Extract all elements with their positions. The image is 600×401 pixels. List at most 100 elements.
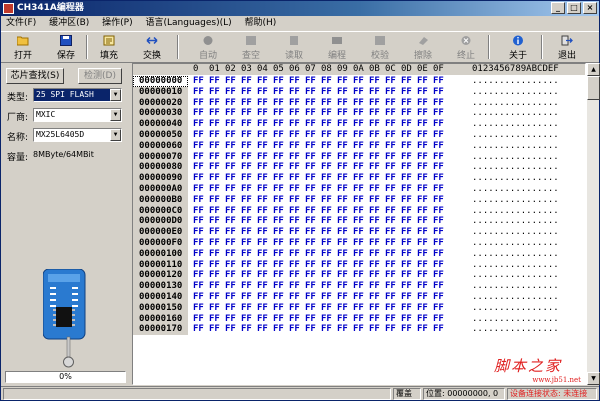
- close-button[interactable]: ×: [583, 2, 597, 14]
- byte-cell[interactable]: FF: [353, 281, 369, 292]
- vendor-select[interactable]: MXIC ▼: [33, 108, 122, 122]
- byte-cell[interactable]: FF: [433, 184, 449, 195]
- byte-cell[interactable]: FF: [353, 270, 369, 281]
- byte-cell[interactable]: FF: [273, 152, 289, 163]
- byte-cell[interactable]: FF: [369, 87, 385, 98]
- byte-cell[interactable]: FF: [225, 270, 241, 281]
- byte-cell[interactable]: FF: [289, 173, 305, 184]
- row-bytes[interactable]: FF FF FF FF FF FF FF FF FF FF FF FF FF FF FF FF: [193, 324, 449, 335]
- byte-cell[interactable]: FF: [385, 98, 401, 109]
- byte-cell[interactable]: FF: [433, 141, 449, 152]
- row-ascii[interactable]: ................: [472, 152, 559, 163]
- byte-cell[interactable]: FF: [353, 119, 369, 130]
- hex-row[interactable]: 00000130 FF FF FF FF FF FF FF FF FF FF FF FF FF FF FF FF…: [133, 281, 585, 292]
- byte-cell[interactable]: FF: [417, 303, 433, 314]
- byte-cell[interactable]: FF: [433, 281, 449, 292]
- byte-cell[interactable]: FF: [417, 206, 433, 217]
- byte-cell[interactable]: FF: [225, 206, 241, 217]
- byte-cell[interactable]: FF: [417, 249, 433, 260]
- byte-cell[interactable]: FF: [225, 249, 241, 260]
- byte-cell[interactable]: FF: [401, 141, 417, 152]
- byte-cell[interactable]: FF: [353, 303, 369, 314]
- hex-row[interactable]: 000000E0 FF FF FF FF FF FF FF FF FF FF FF FF FF FF FF FF…: [133, 227, 585, 238]
- byte-cell[interactable]: FF: [305, 260, 321, 271]
- row-bytes[interactable]: FF FF FF FF FF FF FF FF FF FF FF FF FF FF FF FF: [193, 227, 449, 238]
- byte-cell[interactable]: FF: [305, 270, 321, 281]
- row-ascii[interactable]: ................: [472, 141, 559, 152]
- byte-cell[interactable]: FF: [289, 292, 305, 303]
- byte-cell[interactable]: FF: [273, 314, 289, 325]
- byte-cell[interactable]: FF: [385, 206, 401, 217]
- byte-cell[interactable]: FF: [257, 238, 273, 249]
- byte-cell[interactable]: FF: [289, 238, 305, 249]
- byte-cell[interactable]: FF: [241, 238, 257, 249]
- byte-cell[interactable]: FF: [369, 314, 385, 325]
- byte-cell[interactable]: FF: [193, 87, 209, 98]
- row-bytes[interactable]: FF FF FF FF FF FF FF FF FF FF FF FF FF FF FF FF: [193, 270, 449, 281]
- byte-cell[interactable]: FF: [321, 108, 337, 119]
- type-select[interactable]: 25 SPI FLASH ▼: [33, 88, 122, 102]
- byte-cell[interactable]: FF: [225, 76, 241, 87]
- byte-cell[interactable]: FF: [337, 152, 353, 163]
- byte-cell[interactable]: FF: [337, 324, 353, 335]
- byte-cell[interactable]: FF: [305, 98, 321, 109]
- byte-cell[interactable]: FF: [241, 270, 257, 281]
- byte-cell[interactable]: FF: [353, 152, 369, 163]
- byte-cell[interactable]: FF: [225, 303, 241, 314]
- byte-cell[interactable]: FF: [193, 141, 209, 152]
- byte-cell[interactable]: FF: [305, 130, 321, 141]
- byte-cell[interactable]: FF: [417, 173, 433, 184]
- byte-cell[interactable]: FF: [353, 184, 369, 195]
- byte-cell[interactable]: FF: [289, 270, 305, 281]
- byte-cell[interactable]: FF: [305, 141, 321, 152]
- menu-help[interactable]: 帮助(H): [240, 16, 282, 30]
- byte-cell[interactable]: FF: [369, 238, 385, 249]
- hex-row[interactable]: 00000000 FF FF FF FF FF FF FF FF FF FF FF FF FF FF FF FF…: [133, 76, 585, 87]
- byte-cell[interactable]: FF: [289, 130, 305, 141]
- byte-cell[interactable]: FF: [241, 216, 257, 227]
- byte-cell[interactable]: FF: [385, 270, 401, 281]
- byte-cell[interactable]: FF: [225, 260, 241, 271]
- byte-cell[interactable]: FF: [225, 281, 241, 292]
- byte-cell[interactable]: FF: [257, 130, 273, 141]
- byte-cell[interactable]: FF: [273, 195, 289, 206]
- byte-cell[interactable]: FF: [193, 130, 209, 141]
- byte-cell[interactable]: FF: [353, 238, 369, 249]
- title-bar[interactable]: CH341A编程器 _ □ ×: [1, 1, 599, 16]
- byte-cell[interactable]: FF: [209, 324, 225, 335]
- row-bytes[interactable]: FF FF FF FF FF FF FF FF FF FF FF FF FF FF FF FF: [193, 206, 449, 217]
- row-ascii[interactable]: ................: [472, 162, 559, 173]
- byte-cell[interactable]: FF: [433, 130, 449, 141]
- byte-cell[interactable]: FF: [257, 108, 273, 119]
- byte-cell[interactable]: FF: [369, 260, 385, 271]
- byte-cell[interactable]: FF: [193, 195, 209, 206]
- byte-cell[interactable]: FF: [417, 76, 433, 87]
- byte-cell[interactable]: FF: [401, 314, 417, 325]
- byte-cell[interactable]: FF: [369, 206, 385, 217]
- byte-cell[interactable]: FF: [353, 249, 369, 260]
- byte-cell[interactable]: FF: [337, 270, 353, 281]
- byte-cell[interactable]: FF: [337, 292, 353, 303]
- byte-cell[interactable]: FF: [273, 76, 289, 87]
- byte-cell[interactable]: FF: [433, 238, 449, 249]
- scroll-down-icon[interactable]: ▼: [587, 372, 600, 385]
- byte-cell[interactable]: FF: [193, 227, 209, 238]
- menu-operation[interactable]: 操作(P): [97, 16, 137, 30]
- byte-cell[interactable]: FF: [369, 227, 385, 238]
- byte-cell[interactable]: FF: [369, 130, 385, 141]
- scroll-thumb[interactable]: [587, 76, 600, 100]
- byte-cell[interactable]: FF: [305, 119, 321, 130]
- row-ascii[interactable]: ................: [472, 216, 559, 227]
- row-ascii[interactable]: ................: [472, 76, 559, 87]
- hex-row[interactable]: 00000140 FF FF FF FF FF FF FF FF FF FF FF FF FF FF FF FF…: [133, 291, 585, 303]
- byte-cell[interactable]: FF: [353, 141, 369, 152]
- byte-cell[interactable]: FF: [289, 152, 305, 163]
- row-bytes[interactable]: FF FF FF FF FF FF FF FF FF FF FF FF FF FF FF FF: [193, 98, 449, 109]
- byte-cell[interactable]: FF: [417, 238, 433, 249]
- byte-cell[interactable]: FF: [257, 303, 273, 314]
- byte-cell[interactable]: FF: [401, 98, 417, 109]
- menu-language[interactable]: 语言(Languages)(L): [140, 16, 236, 30]
- byte-cell[interactable]: FF: [401, 260, 417, 271]
- row-ascii[interactable]: ................: [472, 184, 559, 195]
- row-bytes[interactable]: FF FF FF FF FF FF FF FF FF FF FF FF FF FF FF FF: [193, 281, 449, 292]
